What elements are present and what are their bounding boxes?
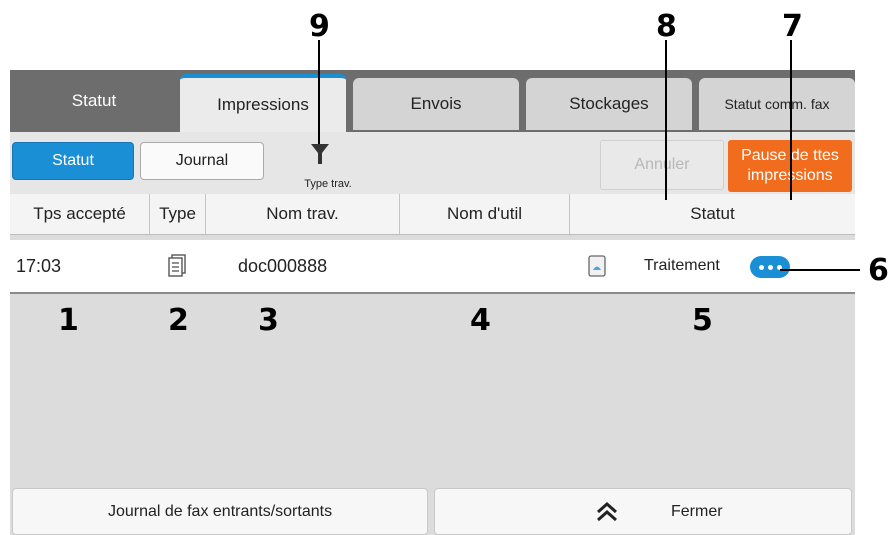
callout-9-leader <box>318 40 320 144</box>
close-button[interactable]: Fermer <box>434 488 852 535</box>
callout-6: 6 <box>868 253 889 288</box>
status-view-button[interactable]: Statut <box>12 142 134 180</box>
callout-8-leader <box>665 40 667 200</box>
cell-time: 17:03 <box>16 255 62 276</box>
bottom-bar: Journal de fax entrants/sortants Fermer <box>10 488 855 535</box>
callout-4: 4 <box>470 303 491 338</box>
filter-icon <box>311 144 329 164</box>
column-header-job-name[interactable]: Nom trav. <box>206 194 400 234</box>
tab-envois[interactable]: Envois <box>353 78 519 130</box>
more-options-button[interactable] <box>750 256 790 278</box>
callout-6-leader <box>780 269 860 271</box>
column-header-user-name[interactable]: Nom d'util <box>400 194 570 234</box>
callout-7: 7 <box>782 9 803 44</box>
callout-7-leader <box>790 40 792 200</box>
journal-view-button[interactable]: Journal <box>140 142 264 180</box>
cancel-button[interactable]: Annuler <box>600 140 724 190</box>
dot-icon <box>758 264 764 270</box>
callout-2: 2 <box>168 303 189 338</box>
cell-job-name: doc000888 <box>238 255 328 276</box>
tab-stockages[interactable]: Stockages <box>526 78 692 130</box>
table-row[interactable]: 17:03 doc000888 Traitement <box>10 240 855 294</box>
tab-statut[interactable]: Statut <box>10 70 178 132</box>
column-header-time[interactable]: Tps accepté <box>10 194 150 234</box>
column-header-status[interactable]: Statut <box>570 194 855 234</box>
paper-icon <box>588 240 606 292</box>
callout-1: 1 <box>58 303 79 338</box>
table-header: Tps accepté Type Nom trav. Nom d'util St… <box>10 194 855 235</box>
callout-9: 9 <box>309 9 330 44</box>
dot-icon <box>767 264 773 270</box>
filter-label: Type trav. <box>304 178 352 190</box>
double-chevron-up-icon <box>597 502 617 522</box>
document-stack-icon <box>168 240 186 292</box>
column-header-type[interactable]: Type <box>150 194 206 234</box>
close-label: Fermer <box>671 503 723 520</box>
callout-5: 5 <box>692 303 713 338</box>
fax-log-button[interactable]: Journal de fax entrants/sortants <box>12 488 428 535</box>
toolbar: Statut Journal Type trav. Annuler Pause … <box>10 132 855 194</box>
tab-statut-comm-fax[interactable]: Statut comm. fax <box>699 78 855 130</box>
cell-status: Traitement <box>644 257 720 274</box>
callout-3: 3 <box>258 303 279 338</box>
tab-impressions[interactable]: Impressions <box>180 74 346 132</box>
callout-8: 8 <box>656 9 677 44</box>
tab-bar: Statut Impressions Envois Stockages Stat… <box>10 70 855 132</box>
job-status-screen: Statut Impressions Envois Stockages Stat… <box>10 70 855 535</box>
job-type-filter[interactable]: Type trav. <box>288 140 368 190</box>
